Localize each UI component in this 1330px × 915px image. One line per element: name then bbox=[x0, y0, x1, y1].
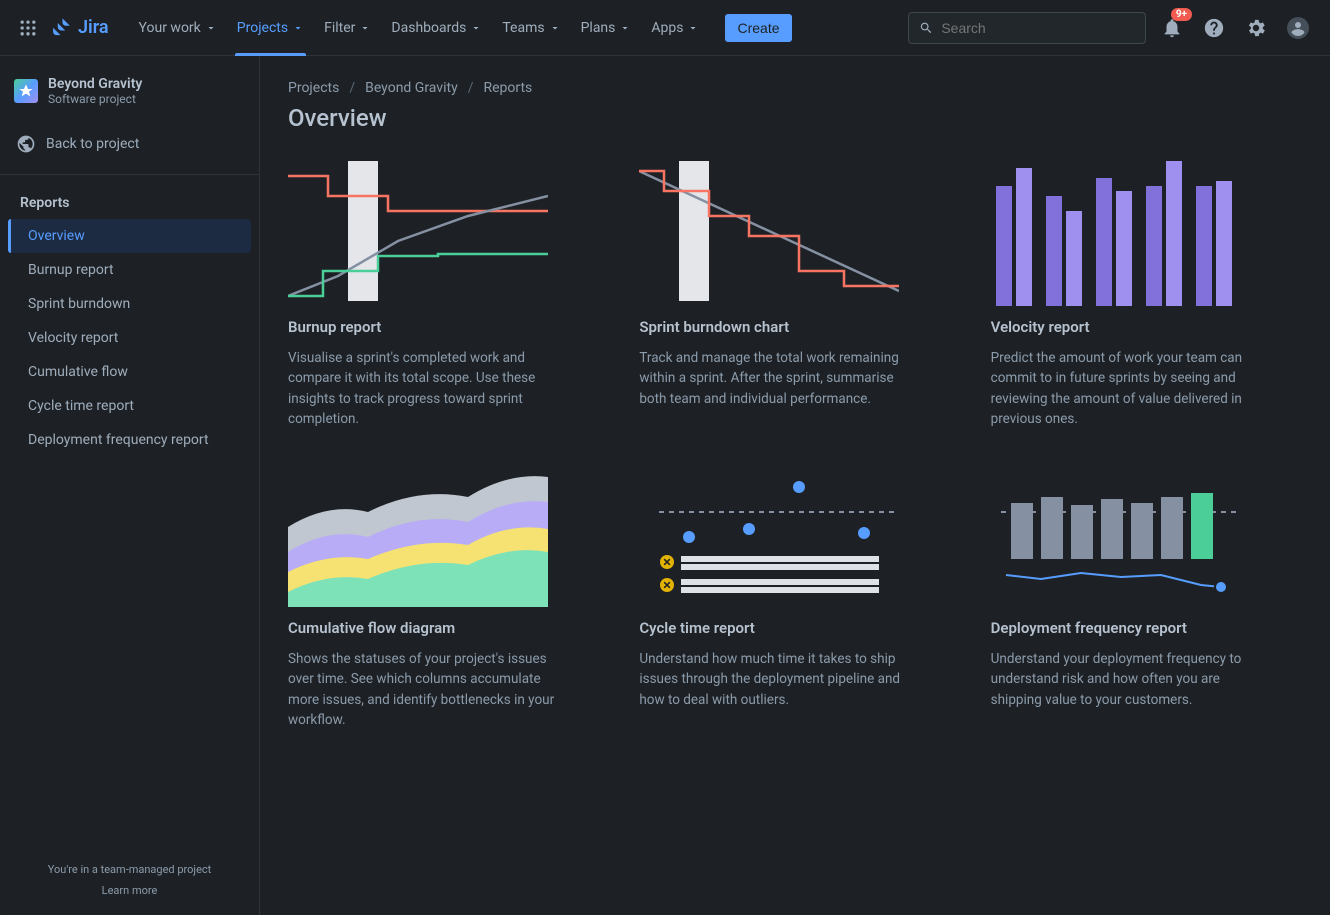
gear-icon bbox=[1245, 17, 1267, 39]
card-title: Burnup report bbox=[288, 318, 568, 336]
nav-dashboards[interactable]: Dashboards bbox=[381, 0, 492, 56]
report-card-cumulative-flow[interactable]: Cumulative flow diagram Shows the status… bbox=[288, 457, 568, 730]
sidebar-item-sprint-burndown[interactable]: Sprint burndown bbox=[8, 287, 251, 321]
card-title: Velocity report bbox=[991, 318, 1271, 336]
sidebar-item-cumulative-flow[interactable]: Cumulative flow bbox=[8, 355, 251, 389]
card-desc: Understand how much time it takes to shi… bbox=[639, 649, 919, 710]
velocity-thumbnail bbox=[991, 156, 1251, 306]
project-name: Beyond Gravity bbox=[48, 76, 142, 92]
chevron-down-icon bbox=[205, 22, 217, 34]
card-desc: Predict the amount of work your team can… bbox=[991, 348, 1271, 429]
sidebar-item-overview[interactable]: Overview bbox=[8, 219, 251, 253]
nav-plans[interactable]: Plans bbox=[571, 0, 642, 56]
cumulative-flow-thumbnail bbox=[288, 457, 548, 607]
notifications-button[interactable]: 9+ bbox=[1156, 12, 1188, 44]
search-icon bbox=[919, 20, 933, 36]
globe-icon bbox=[16, 134, 36, 154]
main-content: Projects / Beyond Gravity / Reports Over… bbox=[260, 56, 1330, 915]
card-title: Deployment frequency report bbox=[991, 619, 1271, 637]
app-switcher-icon[interactable] bbox=[16, 16, 40, 40]
create-button[interactable]: Create bbox=[725, 14, 791, 42]
search-box[interactable] bbox=[908, 12, 1146, 44]
page-title: Overview bbox=[288, 104, 1302, 132]
help-button[interactable] bbox=[1198, 12, 1230, 44]
card-title: Cumulative flow diagram bbox=[288, 619, 568, 637]
nav-projects[interactable]: Projects bbox=[227, 0, 314, 56]
notification-badge: 9+ bbox=[1171, 8, 1192, 21]
card-title: Cycle time report bbox=[639, 619, 919, 637]
report-card-burnup[interactable]: Burnup report Visualise a sprint's compl… bbox=[288, 156, 568, 429]
learn-more-link[interactable]: Learn more bbox=[10, 884, 249, 897]
search-input[interactable] bbox=[941, 20, 1135, 36]
card-desc: Shows the statuses of your project's iss… bbox=[288, 649, 568, 730]
sidebar-section-reports: Reports bbox=[0, 187, 259, 219]
report-card-sprint-burndown[interactable]: Sprint burndown chart Track and manage t… bbox=[639, 156, 919, 429]
sidebar-item-cycle-time[interactable]: Cycle time report bbox=[8, 389, 251, 423]
card-desc: Track and manage the total work remainin… bbox=[639, 348, 919, 409]
chevron-down-icon bbox=[687, 22, 699, 34]
project-avatar-icon bbox=[14, 79, 38, 103]
avatar-icon bbox=[1286, 16, 1310, 40]
breadcrumb-projects[interactable]: Projects bbox=[288, 80, 339, 96]
report-card-deployment-frequency[interactable]: Deployment frequency report Understand y… bbox=[991, 457, 1271, 730]
breadcrumb-project-name[interactable]: Beyond Gravity bbox=[365, 80, 458, 96]
nav-apps[interactable]: Apps bbox=[641, 0, 709, 56]
chevron-down-icon bbox=[359, 22, 371, 34]
card-desc: Understand your deployment frequency to … bbox=[991, 649, 1271, 710]
settings-button[interactable] bbox=[1240, 12, 1272, 44]
card-desc: Visualise a sprint's completed work and … bbox=[288, 348, 568, 429]
sidebar-item-burnup[interactable]: Burnup report bbox=[8, 253, 251, 287]
nav-filter[interactable]: Filter bbox=[314, 0, 381, 56]
divider bbox=[0, 174, 259, 175]
chevron-down-icon bbox=[549, 22, 561, 34]
sidebar-item-velocity[interactable]: Velocity report bbox=[8, 321, 251, 355]
report-card-cycle-time[interactable]: Cycle time report Understand how much ti… bbox=[639, 457, 919, 730]
nav-your-work[interactable]: Your work bbox=[129, 0, 227, 56]
breadcrumb-reports[interactable]: Reports bbox=[483, 80, 532, 96]
sprint-burndown-thumbnail bbox=[639, 156, 899, 306]
card-title: Sprint burndown chart bbox=[639, 318, 919, 336]
back-to-project-link[interactable]: Back to project bbox=[0, 124, 259, 164]
burnup-thumbnail bbox=[288, 156, 548, 306]
deployment-frequency-thumbnail bbox=[991, 457, 1251, 607]
cycle-time-thumbnail bbox=[639, 457, 899, 607]
footer-text: You're in a team-managed project bbox=[48, 863, 212, 876]
sidebar-footer: You're in a team-managed project Learn m… bbox=[0, 845, 259, 915]
sidebar-item-deployment-frequency[interactable]: Deployment frequency report bbox=[8, 423, 251, 457]
project-type: Software project bbox=[48, 92, 142, 106]
jira-logo[interactable]: Jira bbox=[52, 17, 109, 39]
help-icon bbox=[1203, 17, 1225, 39]
sidebar: Beyond Gravity Software project Back to … bbox=[0, 56, 260, 915]
logo-text: Jira bbox=[78, 17, 109, 38]
chevron-down-icon bbox=[292, 22, 304, 34]
top-navigation: Jira Your work Projects Filter Dashboard… bbox=[0, 0, 1330, 56]
project-header: Beyond Gravity Software project bbox=[0, 76, 259, 124]
chevron-down-icon bbox=[619, 22, 631, 34]
nav-teams[interactable]: Teams bbox=[492, 0, 570, 56]
breadcrumb: Projects / Beyond Gravity / Reports bbox=[288, 80, 1302, 96]
back-label: Back to project bbox=[46, 136, 139, 152]
profile-button[interactable] bbox=[1282, 12, 1314, 44]
chevron-down-icon bbox=[470, 22, 482, 34]
report-card-velocity[interactable]: Velocity report Predict the amount of wo… bbox=[991, 156, 1271, 429]
